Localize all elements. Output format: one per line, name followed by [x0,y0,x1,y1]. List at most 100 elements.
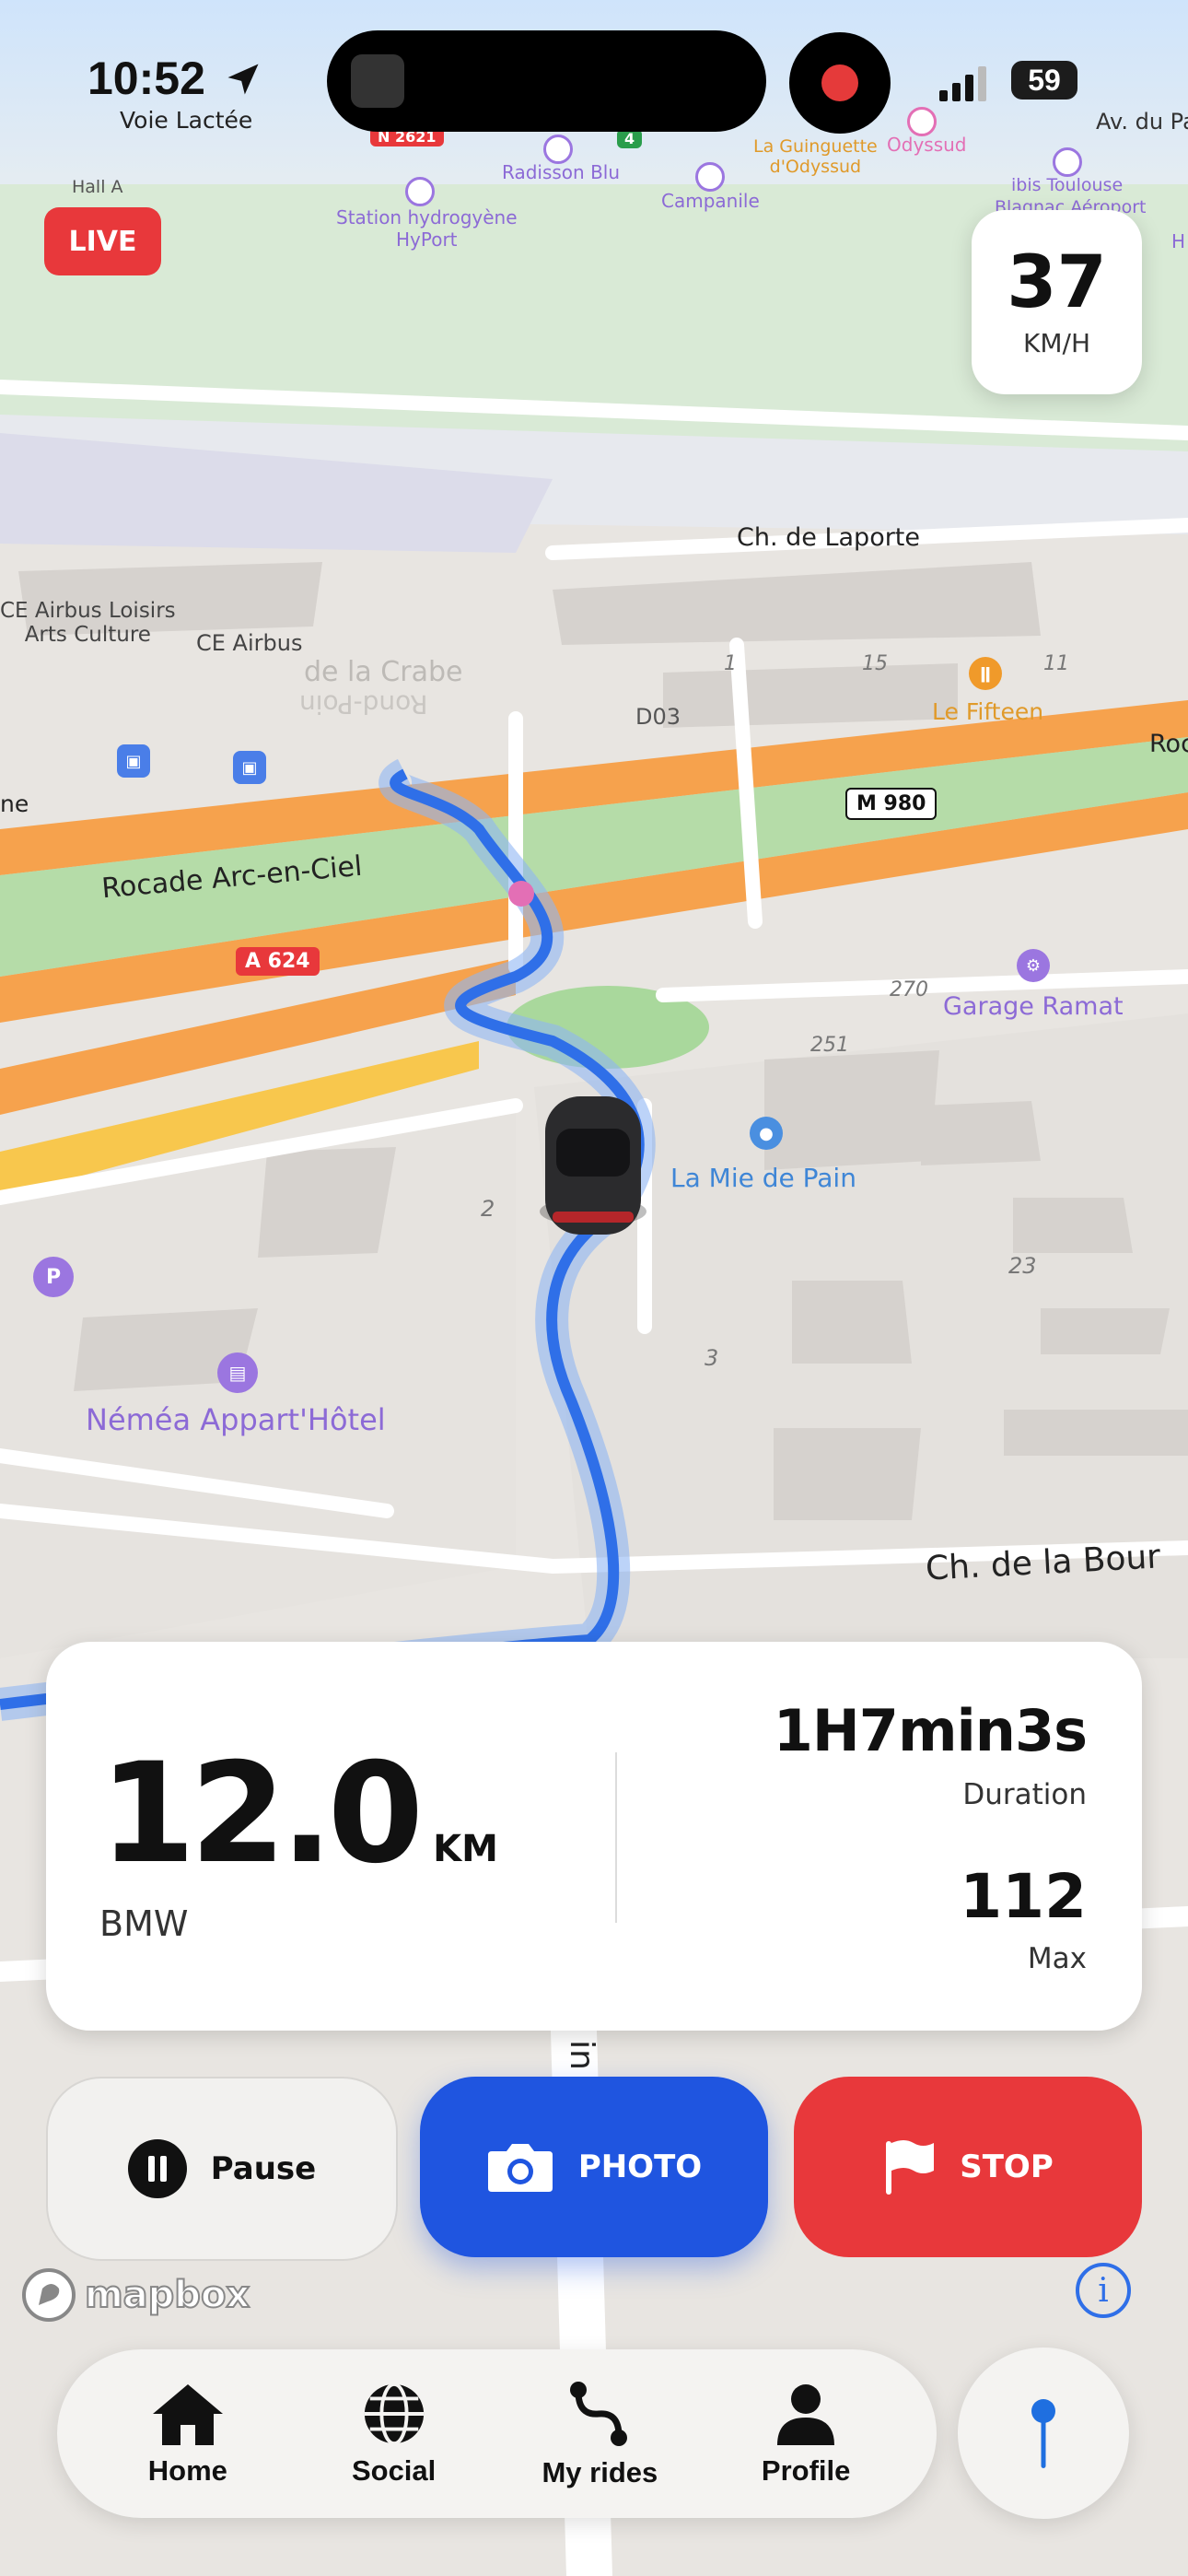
recording-indicator [789,32,891,134]
mapbox-attribution[interactable]: mapbox [20,2266,250,2324]
map-label-le-fifteen: Le Fifteen [932,698,1044,725]
map-label-in: in [562,2040,600,2070]
mapbox-logo-icon [22,2268,76,2322]
fuel-icon [405,177,435,206]
ride-stats-card: 12.0 KM BMW 1H7min3s Duration 112 Max [46,1642,1142,2031]
tab-profile-label: Profile [761,2453,851,2487]
pink-poi-icon [508,881,534,907]
distance-display: 12.0 KM [99,1734,498,1894]
status-location: Voie Lactée [120,107,253,134]
map-label-roc: Roc [1149,730,1188,758]
restaurant-icon: ǁ [969,657,1002,690]
road-shield-4: 4 [617,129,643,148]
map-label-hall-a: Hall A [72,177,123,197]
photo-button[interactable]: PHOTO [420,2077,768,2257]
map-label-laporte: Ch. de Laporte [737,523,921,552]
map-label-garage: Garage Ramat [943,992,1124,1021]
tab-bar: Home Social My rides Profile [57,2349,937,2518]
battery-icon: 59 [1011,61,1077,100]
map-label-1: 1 [724,652,737,675]
recenter-pin-button[interactable] [958,2348,1129,2519]
road-shield-a624: A 624 [236,947,320,976]
live-badge-label: LIVE [68,225,137,258]
speed-unit: KM/H [1022,327,1090,358]
duration-label: Duration [962,1778,1087,1811]
dynamic-island [327,30,766,132]
bus-stop-icon: ▣ [117,744,150,778]
vehicle-name: BMW [99,1903,189,1944]
vehicle-marker [540,1096,646,1235]
tab-home[interactable]: Home [105,2381,271,2488]
map-label-guinguette: La Guinguette d'Odyssud [753,136,878,177]
photo-label: PHOTO [577,2149,703,2185]
route-icon [570,2381,628,2446]
speed-card: 37 KM/H [972,210,1142,394]
map-label-251: 251 [810,1034,849,1057]
stop-label: STOP [960,2149,1054,2185]
record-dot-icon [821,64,858,101]
location-arrow-icon [227,64,259,95]
bus-stop-icon: ▣ [233,751,266,784]
parking-icon: P [33,1257,74,1297]
camera-icon [487,2144,553,2192]
distance-unit: KM [433,1828,498,1870]
globe-icon [364,2382,424,2445]
tab-social-label: Social [351,2453,437,2487]
speed-value: 37 [1007,240,1107,324]
map-label-odyssud: Odyssud [887,134,967,156]
map-label-2: 2 [481,1196,495,1222]
tab-my-rides-label: My rides [542,2455,658,2488]
live-badge: LIVE [44,207,161,275]
info-icon: i [1098,2271,1109,2310]
pin-icon [1031,2399,1055,2468]
max-speed-value: 112 [960,1861,1087,1932]
distance-value: 12.0 [99,1734,424,1894]
person-icon [777,2383,835,2445]
tab-social[interactable]: Social [311,2381,477,2488]
mapbox-label: mapbox [84,2273,250,2317]
tab-home-label: Home [147,2453,227,2487]
map-label-ce-airbus: CE Airbus [196,630,303,656]
map-label-airbus-loisirs: CE Airbus Loisirs Arts Culture [0,599,176,647]
flag-icon [886,2140,935,2195]
map-label-mie-de-pain: La Mie de Pain [670,1163,856,1193]
cellular-signal-icon [939,66,986,101]
pause-button[interactable]: Pause [46,2077,398,2261]
stop-button[interactable]: STOP [794,2077,1142,2257]
map-label-h: H [1171,230,1186,252]
info-button[interactable]: i [1076,2263,1131,2318]
theater-icon [907,107,937,136]
hotel-icon: ▤ [217,1352,258,1393]
home-icon [152,2383,223,2445]
pause-icon [127,2139,187,2198]
bakery-icon: ● [750,1117,783,1150]
map-label-station: Station hydrogyène HyPort [336,206,518,251]
battery-level: 59 [1028,63,1061,97]
map-label-15: 15 [862,652,888,675]
hotel-icon [1053,147,1082,177]
map-label-nemea: Néméa Appart'Hôtel [86,1402,386,1437]
duration-value: 1H7min3s [773,1697,1088,1764]
map-label-270: 270 [890,978,928,1001]
pause-label: Pause [210,2150,317,2187]
island-thumbnail [351,54,404,108]
map-label-11: 11 [1043,652,1069,675]
map-label-3: 3 [705,1345,719,1371]
map-label-campanile: Campanile [661,190,760,212]
map-label-crabe-reversed: Rond-Poin [299,689,428,720]
stats-divider [615,1752,617,1923]
hotel-icon [695,162,725,192]
tab-profile[interactable]: Profile [723,2381,889,2488]
road-shield-m980: M 980 [845,788,938,820]
map-label-radisson: Radisson Blu [502,161,621,183]
map-label-av-du-pa: Av. du Pa [1096,109,1188,135]
map-label-crabe: de la Crabe [304,656,463,688]
status-time: 10:52 [87,53,205,104]
map-label-d03: D03 [635,704,681,730]
map-label-23: 23 [1008,1253,1037,1279]
car-repair-icon: ⚙ [1017,949,1050,982]
map-label-ibis: ibis Toulouse [1011,175,1124,195]
tab-my-rides[interactable]: My rides [517,2379,682,2489]
map-label-ne: ne [0,790,29,817]
hotel-icon [543,135,573,164]
